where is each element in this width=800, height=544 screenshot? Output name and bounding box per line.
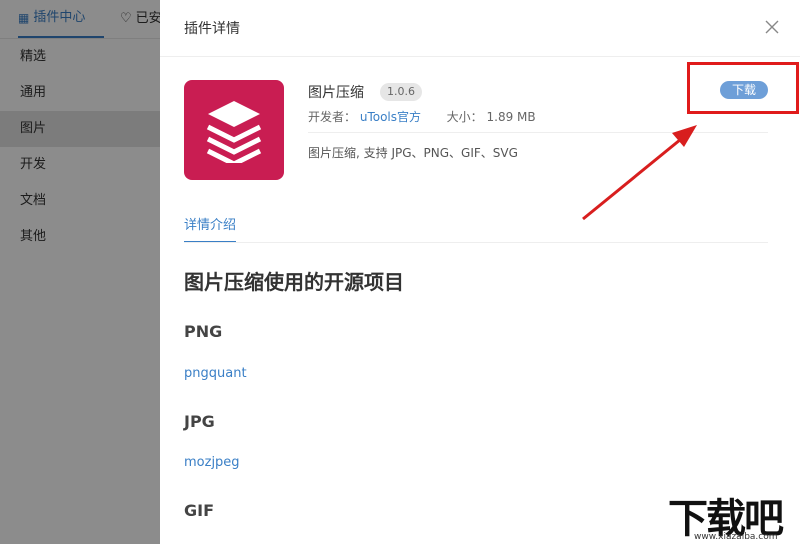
section-title-gif: GIF	[184, 501, 215, 520]
developer-label: 开发者：	[308, 110, 357, 124]
link-pngquant[interactable]: pngquant	[184, 366, 247, 381]
size-label: 大小：	[446, 110, 483, 124]
plugin-icon	[184, 80, 284, 180]
watermark-logo: 下载吧 www.xiazaiba.com	[664, 486, 800, 544]
content-heading: 图片压缩使用的开源项目	[184, 270, 404, 294]
watermark-url: www.xiazaiba.com	[694, 532, 778, 542]
link-mozjpeg[interactable]: mozjpeg	[184, 455, 240, 470]
version-badge: 1.0.6	[380, 83, 422, 101]
drawer-title: 插件详情	[184, 21, 240, 37]
tab-divider	[184, 242, 768, 243]
section-title-jpg: JPG	[184, 412, 215, 431]
plugin-detail-drawer: 插件详情 图片压缩 1.0.6 开发者： uTools官方 大小： 1.89 M…	[160, 0, 800, 544]
meta-divider	[308, 132, 768, 133]
plugin-meta: 开发者： uTools官方 大小： 1.89 MB	[308, 108, 536, 125]
developer-link[interactable]: uTools官方	[360, 110, 421, 124]
tab-details[interactable]: 详情介绍	[184, 214, 237, 243]
layers-icon	[206, 101, 262, 163]
close-icon[interactable]	[764, 19, 780, 35]
drawer-header: 插件详情	[160, 0, 800, 57]
highlight-box	[687, 62, 799, 114]
plugin-name: 图片压缩	[308, 85, 364, 101]
size-value: 1.89 MB	[486, 110, 536, 124]
section-title-png: PNG	[184, 322, 223, 341]
plugin-description: 图片压缩, 支持 JPG、PNG、GIF、SVG	[308, 146, 518, 160]
